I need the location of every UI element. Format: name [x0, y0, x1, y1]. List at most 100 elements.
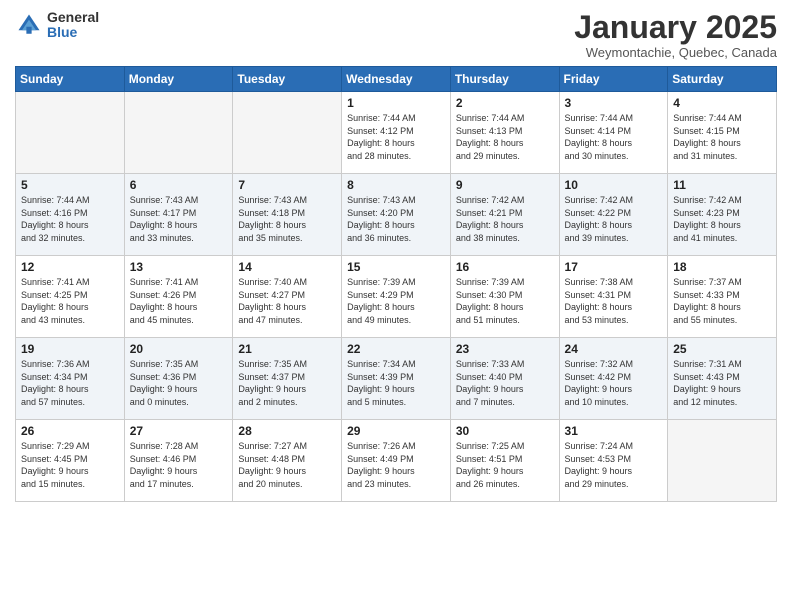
day-info: Sunrise: 7:27 AM Sunset: 4:48 PM Dayligh… — [238, 440, 336, 490]
table-cell: 18 Sunrise: 7:37 AM Sunset: 4:33 PM Dayli… — [668, 256, 777, 338]
day-info: Sunrise: 7:44 AM Sunset: 4:13 PM Dayligh… — [456, 112, 554, 162]
calendar: Sunday Monday Tuesday Wednesday Thursday… — [15, 66, 777, 502]
week-row-2: 5 Sunrise: 7:44 AM Sunset: 4:16 PM Daylig… — [16, 174, 777, 256]
table-cell: 7 Sunrise: 7:43 AM Sunset: 4:18 PM Daylig… — [233, 174, 342, 256]
header-wednesday: Wednesday — [342, 67, 451, 92]
table-cell — [124, 92, 233, 174]
day-number: 10 — [565, 178, 663, 192]
month-title: January 2025 — [574, 10, 777, 45]
day-info: Sunrise: 7:32 AM Sunset: 4:42 PM Dayligh… — [565, 358, 663, 408]
header-thursday: Thursday — [450, 67, 559, 92]
table-cell: 22 Sunrise: 7:34 AM Sunset: 4:39 PM Dayli… — [342, 338, 451, 420]
day-info: Sunrise: 7:31 AM Sunset: 4:43 PM Dayligh… — [673, 358, 771, 408]
day-number: 24 — [565, 342, 663, 356]
page: General Blue January 2025 Weymontachie, … — [0, 0, 792, 612]
day-number: 25 — [673, 342, 771, 356]
day-number: 20 — [130, 342, 228, 356]
day-info: Sunrise: 7:41 AM Sunset: 4:26 PM Dayligh… — [130, 276, 228, 326]
day-number: 5 — [21, 178, 119, 192]
table-cell: 6Sunrise: 7:43 AM Sunset: 4:17 PM Daylig… — [124, 174, 233, 256]
table-cell: 31Sunrise: 7:24 AM Sunset: 4:53 PM Dayli… — [559, 420, 668, 502]
day-info: Sunrise: 7:40 AM Sunset: 4:27 PM Dayligh… — [238, 276, 336, 326]
table-cell: 17 Sunrise: 7:38 AM Sunset: 4:31 PM Dayli… — [559, 256, 668, 338]
week-row-5: 26 Sunrise: 7:29 AM Sunset: 4:45 PM Dayli… — [16, 420, 777, 502]
table-cell: 10Sunrise: 7:42 AM Sunset: 4:22 PM Dayli… — [559, 174, 668, 256]
day-info: Sunrise: 7:43 AM Sunset: 4:20 PM Dayligh… — [347, 194, 445, 244]
header-friday: Friday — [559, 67, 668, 92]
weekday-header-row: Sunday Monday Tuesday Wednesday Thursday… — [16, 67, 777, 92]
day-number: 28 — [238, 424, 336, 438]
table-cell — [16, 92, 125, 174]
day-number: 18 — [673, 260, 771, 274]
table-cell: 25 Sunrise: 7:31 AM Sunset: 4:43 PM Dayli… — [668, 338, 777, 420]
day-info: Sunrise: 7:35 AM Sunset: 4:36 PM Dayligh… — [130, 358, 228, 408]
table-cell: 2Sunrise: 7:44 AM Sunset: 4:13 PM Daylig… — [450, 92, 559, 174]
table-cell: 11 Sunrise: 7:42 AM Sunset: 4:23 PM Dayli… — [668, 174, 777, 256]
table-cell: 19Sunrise: 7:36 AM Sunset: 4:34 PM Dayli… — [16, 338, 125, 420]
header-monday: Monday — [124, 67, 233, 92]
table-cell: 27 Sunrise: 7:28 AM Sunset: 4:46 PM Dayli… — [124, 420, 233, 502]
logo-text: General Blue — [47, 10, 99, 41]
day-number: 26 — [21, 424, 119, 438]
day-info: Sunrise: 7:33 AM Sunset: 4:40 PM Dayligh… — [456, 358, 554, 408]
table-cell: 12Sunrise: 7:41 AM Sunset: 4:25 PM Dayli… — [16, 256, 125, 338]
day-info: Sunrise: 7:44 AM Sunset: 4:16 PM Dayligh… — [21, 194, 119, 244]
day-info: Sunrise: 7:43 AM Sunset: 4:17 PM Dayligh… — [130, 194, 228, 244]
day-info: Sunrise: 7:44 AM Sunset: 4:12 PM Dayligh… — [347, 112, 445, 162]
table-cell: 9 Sunrise: 7:42 AM Sunset: 4:21 PM Daylig… — [450, 174, 559, 256]
day-info: Sunrise: 7:38 AM Sunset: 4:31 PM Dayligh… — [565, 276, 663, 326]
day-info: Sunrise: 7:42 AM Sunset: 4:23 PM Dayligh… — [673, 194, 771, 244]
day-info: Sunrise: 7:24 AM Sunset: 4:53 PM Dayligh… — [565, 440, 663, 490]
table-cell: 3Sunrise: 7:44 AM Sunset: 4:14 PM Daylig… — [559, 92, 668, 174]
day-number: 9 — [456, 178, 554, 192]
day-info: Sunrise: 7:25 AM Sunset: 4:51 PM Dayligh… — [456, 440, 554, 490]
table-cell: 24 Sunrise: 7:32 AM Sunset: 4:42 PM Dayli… — [559, 338, 668, 420]
day-info: Sunrise: 7:43 AM Sunset: 4:18 PM Dayligh… — [238, 194, 336, 244]
location-subtitle: Weymontachie, Quebec, Canada — [574, 45, 777, 60]
day-info: Sunrise: 7:35 AM Sunset: 4:37 PM Dayligh… — [238, 358, 336, 408]
logo-general: General — [47, 10, 99, 25]
day-number: 8 — [347, 178, 445, 192]
table-cell: 20 Sunrise: 7:35 AM Sunset: 4:36 PM Dayli… — [124, 338, 233, 420]
day-number: 21 — [238, 342, 336, 356]
day-number: 15 — [347, 260, 445, 274]
table-cell: 14Sunrise: 7:40 AM Sunset: 4:27 PM Dayli… — [233, 256, 342, 338]
day-info: Sunrise: 7:39 AM Sunset: 4:30 PM Dayligh… — [456, 276, 554, 326]
week-row-1: 1Sunrise: 7:44 AM Sunset: 4:12 PM Daylig… — [16, 92, 777, 174]
table-cell: 4 Sunrise: 7:44 AM Sunset: 4:15 PM Daylig… — [668, 92, 777, 174]
table-cell: 29Sunrise: 7:26 AM Sunset: 4:49 PM Dayli… — [342, 420, 451, 502]
day-number: 4 — [673, 96, 771, 110]
day-info: Sunrise: 7:29 AM Sunset: 4:45 PM Dayligh… — [21, 440, 119, 490]
day-number: 22 — [347, 342, 445, 356]
table-cell: 16Sunrise: 7:39 AM Sunset: 4:30 PM Dayli… — [450, 256, 559, 338]
day-number: 7 — [238, 178, 336, 192]
day-info: Sunrise: 7:44 AM Sunset: 4:14 PM Dayligh… — [565, 112, 663, 162]
logo-blue: Blue — [47, 25, 99, 40]
day-number: 23 — [456, 342, 554, 356]
table-cell: 30 Sunrise: 7:25 AM Sunset: 4:51 PM Dayli… — [450, 420, 559, 502]
title-section: January 2025 Weymontachie, Quebec, Canad… — [574, 10, 777, 60]
day-number: 27 — [130, 424, 228, 438]
logo: General Blue — [15, 10, 99, 41]
day-info: Sunrise: 7:37 AM Sunset: 4:33 PM Dayligh… — [673, 276, 771, 326]
week-row-4: 19Sunrise: 7:36 AM Sunset: 4:34 PM Dayli… — [16, 338, 777, 420]
header-saturday: Saturday — [668, 67, 777, 92]
day-info: Sunrise: 7:28 AM Sunset: 4:46 PM Dayligh… — [130, 440, 228, 490]
day-info: Sunrise: 7:44 AM Sunset: 4:15 PM Dayligh… — [673, 112, 771, 162]
table-cell — [668, 420, 777, 502]
day-number: 29 — [347, 424, 445, 438]
day-info: Sunrise: 7:39 AM Sunset: 4:29 PM Dayligh… — [347, 276, 445, 326]
week-row-3: 12Sunrise: 7:41 AM Sunset: 4:25 PM Dayli… — [16, 256, 777, 338]
day-info: Sunrise: 7:41 AM Sunset: 4:25 PM Dayligh… — [21, 276, 119, 326]
day-number: 19 — [21, 342, 119, 356]
day-info: Sunrise: 7:42 AM Sunset: 4:21 PM Dayligh… — [456, 194, 554, 244]
table-cell: 8 Sunrise: 7:43 AM Sunset: 4:20 PM Daylig… — [342, 174, 451, 256]
day-number: 30 — [456, 424, 554, 438]
day-number: 17 — [565, 260, 663, 274]
day-number: 13 — [130, 260, 228, 274]
table-cell: 28 Sunrise: 7:27 AM Sunset: 4:48 PM Dayli… — [233, 420, 342, 502]
day-info: Sunrise: 7:34 AM Sunset: 4:39 PM Dayligh… — [347, 358, 445, 408]
table-cell — [233, 92, 342, 174]
day-number: 11 — [673, 178, 771, 192]
table-cell: 5 Sunrise: 7:44 AM Sunset: 4:16 PM Daylig… — [16, 174, 125, 256]
